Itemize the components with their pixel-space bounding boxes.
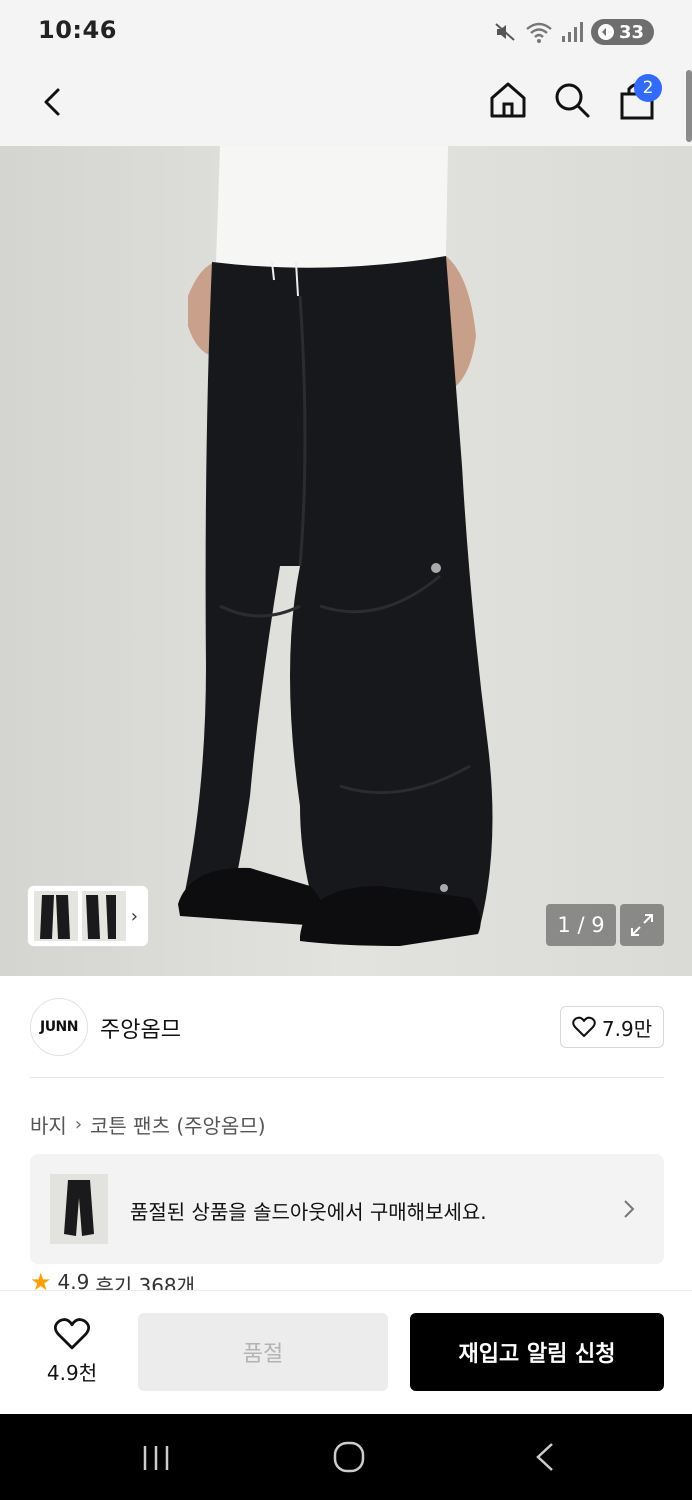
search-icon[interactable] xyxy=(550,78,594,122)
heart-icon xyxy=(53,1318,91,1350)
system-back-icon[interactable] xyxy=(530,1440,560,1474)
chevron-right-icon xyxy=(624,1200,635,1218)
thumbnail-image xyxy=(34,891,78,941)
expand-button[interactable] xyxy=(620,904,664,946)
divider xyxy=(30,1077,664,1078)
brand-logo[interactable]: JUNN xyxy=(30,998,88,1056)
battery-level: 33 xyxy=(618,21,644,43)
brand-row[interactable]: JUNN 주앙옴므 7.9만 xyxy=(0,976,692,1078)
home-icon[interactable] xyxy=(486,78,530,122)
system-home-icon[interactable] xyxy=(332,1440,366,1474)
chevron-right-icon: › xyxy=(130,906,138,927)
back-icon[interactable] xyxy=(30,80,74,124)
battery-icon: 33 xyxy=(590,19,654,45)
banner-text: 품절된 상품을 솔드아웃에서 구매해보세요. xyxy=(130,1200,487,1224)
review-count: 후기 368개 xyxy=(95,1274,196,1290)
recents-icon[interactable] xyxy=(140,1442,172,1474)
soldout-button[interactable]: 품절 xyxy=(138,1313,388,1391)
star-icon: ★ xyxy=(30,1270,52,1290)
product-image[interactable] xyxy=(0,146,692,976)
status-icons: 33 xyxy=(493,18,654,46)
heart-icon xyxy=(572,1016,596,1037)
wishlist-button[interactable]: 4.9천 xyxy=(30,1317,114,1387)
breadcrumb-category[interactable]: 바지 xyxy=(30,1110,67,1139)
chevron-right-icon: › xyxy=(74,1114,83,1135)
thumbnail-strip[interactable]: › xyxy=(28,886,148,946)
brand-like-button[interactable]: 7.9만 xyxy=(560,1006,664,1048)
breadcrumb-subcategory[interactable]: 코튼 팬츠 (주앙옴므) xyxy=(90,1110,266,1139)
rating-score: 4.9 xyxy=(57,1270,90,1290)
rating-row[interactable]: ★ 4.9 후기 368개 xyxy=(30,1270,195,1290)
restock-alert-button[interactable]: 재입고 알림 신청 xyxy=(410,1313,664,1391)
action-bar: 4.9천 품절 재입고 알림 신청 xyxy=(0,1290,692,1414)
mute-icon xyxy=(495,23,515,41)
wifi-icon xyxy=(526,22,552,43)
expand-icon xyxy=(631,914,653,936)
brand-like-count: 7.9만 xyxy=(601,1016,653,1041)
breadcrumb: 바지 › 코튼 팬츠 (주앙옴므) xyxy=(30,1110,266,1139)
product-photo xyxy=(0,146,692,976)
system-nav-bar xyxy=(0,1414,692,1500)
image-page-indicator: 1 / 9 xyxy=(546,904,616,946)
status-time: 10:46 xyxy=(38,16,117,44)
banner-product-thumbnail xyxy=(50,1174,108,1244)
thumbnail-image xyxy=(82,891,126,941)
top-nav xyxy=(0,62,692,146)
signal-icon xyxy=(561,22,583,42)
soldout-banner[interactable]: 품절된 상품을 솔드아웃에서 구매해보세요. xyxy=(30,1154,664,1264)
cart-badge: 2 xyxy=(634,74,662,102)
scrollbar[interactable] xyxy=(686,70,692,142)
wishlist-count: 4.9천 xyxy=(46,1361,98,1385)
status-bar: 10:46 33 xyxy=(0,0,692,62)
brand-name[interactable]: 주앙옴므 xyxy=(100,1012,181,1044)
